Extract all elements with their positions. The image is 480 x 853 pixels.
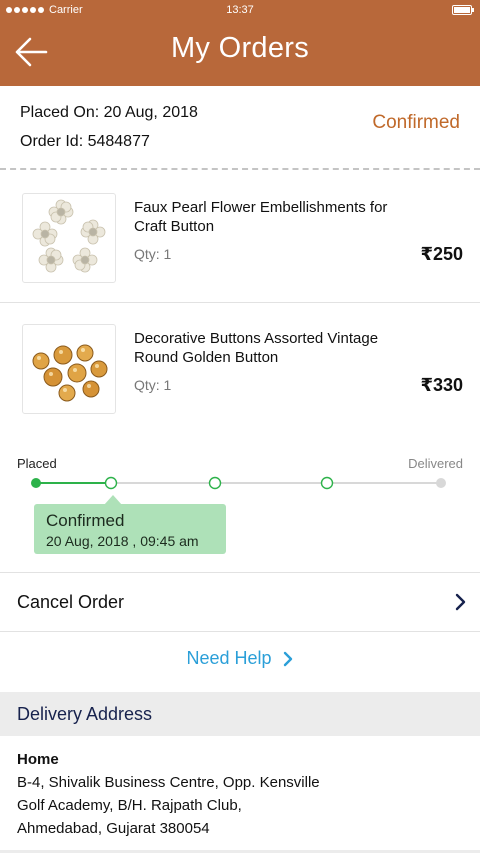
item-name: Faux Pearl Flower Embellishments for Cra… bbox=[134, 199, 388, 235]
cancel-order-button[interactable]: Cancel Order bbox=[0, 572, 480, 632]
order-summary: Placed On: 20 Aug, 2018 Order Id: 548487… bbox=[0, 86, 480, 170]
delivery-address: Home B-4, Shivalik Business Centre, Opp.… bbox=[17, 748, 467, 840]
item-quantity: Qty: 1 bbox=[134, 377, 172, 393]
step-dot bbox=[104, 476, 118, 490]
need-help-link[interactable]: Need Help bbox=[0, 633, 480, 691]
status-bar: Carrier 13:37 bbox=[0, 0, 480, 22]
address-line: Golf Academy, B/H. Rajpath Club, bbox=[17, 797, 242, 814]
app-header: My Orders bbox=[0, 22, 480, 86]
step-dot bbox=[320, 476, 334, 490]
item-quantity: Qty: 1 bbox=[134, 246, 172, 262]
chevron-right-icon bbox=[282, 650, 294, 668]
item-price: ₹330 bbox=[420, 375, 463, 395]
tooltip-status: Confirmed bbox=[46, 511, 125, 530]
page-title: My Orders bbox=[170, 32, 310, 64]
battery-icon bbox=[452, 5, 474, 15]
golden-buttons-image bbox=[22, 324, 116, 414]
delivery-address-title: Delivery Address bbox=[17, 704, 153, 724]
order-id: Order Id: 5484877 bbox=[20, 133, 150, 150]
step-dot bbox=[208, 476, 222, 490]
address-type: Home bbox=[17, 751, 59, 768]
delivery-address-header: Delivery Address bbox=[0, 692, 480, 736]
progress-line bbox=[31, 476, 446, 490]
step-dot-placed bbox=[31, 478, 41, 488]
order-item[interactable]: Decorative Buttons Assorted Vintage Roun… bbox=[0, 302, 480, 430]
cancel-order-label: Cancel Order bbox=[17, 592, 125, 612]
tooltip-date: 20 Aug, 2018 , 09:45 am bbox=[46, 533, 199, 549]
step-dot-delivered bbox=[436, 478, 446, 488]
placed-on-date: Placed On: 20 Aug, 2018 bbox=[20, 104, 198, 121]
chevron-right-icon bbox=[454, 592, 468, 612]
address-line: B-4, Shivalik Business Centre, Opp. Kens… bbox=[17, 774, 320, 791]
address-line: Ahmedabad, Gujarat 380054 bbox=[17, 820, 210, 837]
order-status-badge: Confirmed bbox=[372, 112, 460, 133]
status-time: 13:37 bbox=[226, 4, 254, 16]
status-tooltip: Confirmed 20 Aug, 2018 , 09:45 am bbox=[34, 495, 226, 554]
item-name: Decorative Buttons Assorted Vintage Roun… bbox=[134, 330, 379, 366]
order-progress-tracker: Placed Delivered Confirmed 20 Aug, 2018 … bbox=[0, 440, 480, 570]
need-help-label: Need Help bbox=[186, 648, 272, 668]
pearl-flower-buttons-image bbox=[22, 193, 116, 283]
item-price: ₹250 bbox=[420, 244, 463, 264]
order-item[interactable]: Faux Pearl Flower Embellishments for Cra… bbox=[0, 172, 480, 300]
